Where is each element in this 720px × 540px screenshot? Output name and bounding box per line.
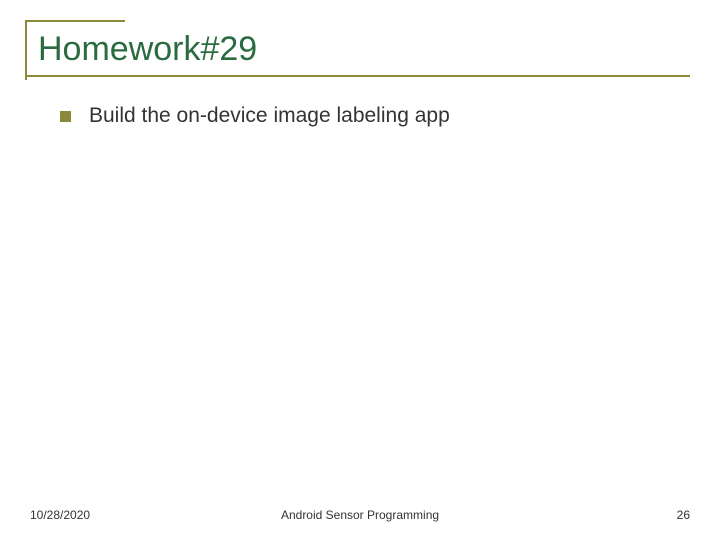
slide-container: Homework#29 Build the on-device image la… [0, 0, 720, 540]
slide-title: Homework#29 [30, 20, 690, 69]
bullet-icon [60, 111, 71, 122]
title-decoration-top [25, 20, 125, 22]
content-area: Build the on-device image labeling app [30, 104, 690, 128]
slide-footer: 10/28/2020 Android Sensor Programming 26 [0, 508, 720, 522]
title-decoration-underline [25, 75, 690, 77]
title-decoration-left [25, 20, 27, 80]
list-item: Build the on-device image labeling app [60, 104, 690, 128]
bullet-text: Build the on-device image labeling app [89, 104, 450, 128]
title-block: Homework#29 [30, 20, 690, 69]
footer-page-number: 26 [677, 508, 690, 522]
footer-title: Android Sensor Programming [281, 508, 439, 522]
footer-date: 10/28/2020 [30, 508, 90, 522]
